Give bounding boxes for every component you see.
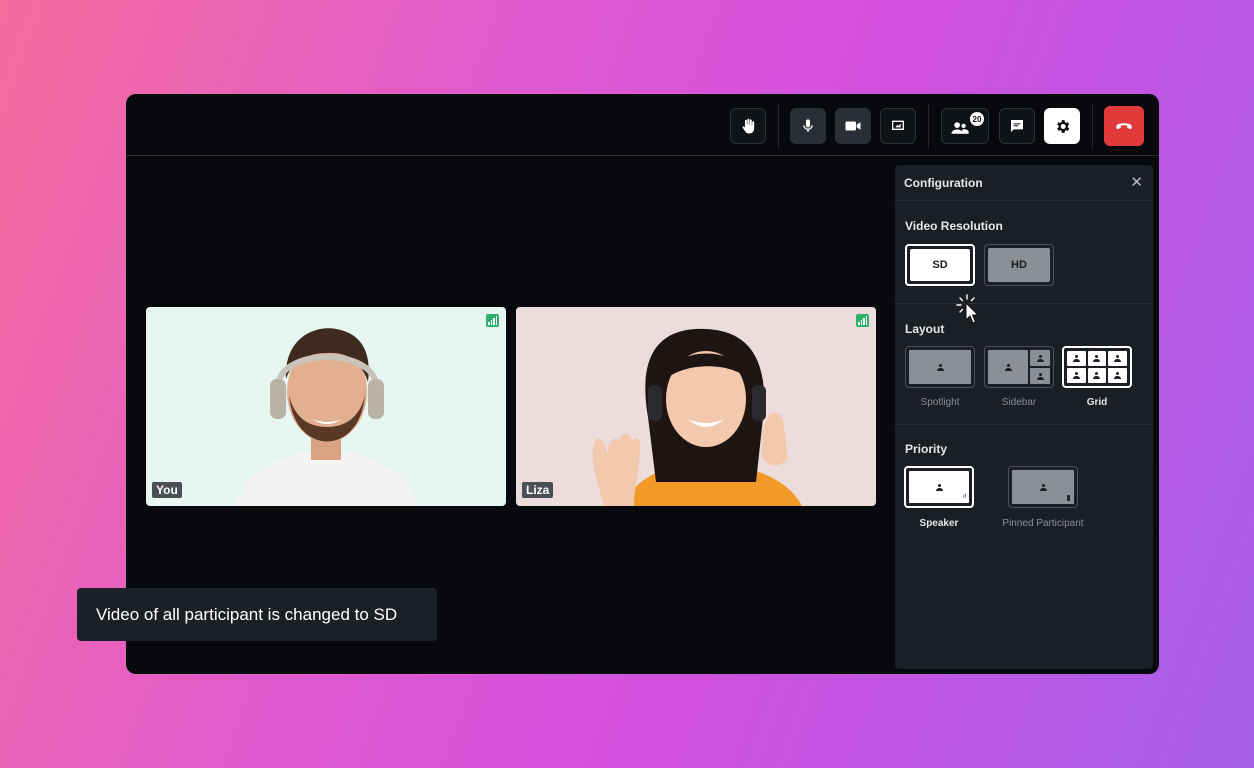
layout-grid-option[interactable] xyxy=(1062,346,1132,388)
raise-hand-icon xyxy=(742,118,755,134)
video-camera-icon xyxy=(845,121,861,131)
toast-message: Video of all participant is changed to S… xyxy=(96,604,398,624)
toolbar-divider xyxy=(1092,104,1093,148)
toolbar-divider xyxy=(778,104,779,148)
participant-name: You xyxy=(152,482,182,498)
priority-title: Priority xyxy=(905,442,948,456)
toolbar-divider xyxy=(928,104,929,148)
panel-title: Configuration xyxy=(904,175,983,190)
audio-wave-icon: ıl xyxy=(963,494,966,500)
camera-button[interactable] xyxy=(835,108,871,144)
close-icon[interactable]: ✕ xyxy=(1130,175,1143,190)
person-icon xyxy=(935,483,943,491)
panel-header: Configuration ✕ xyxy=(895,165,1153,201)
layout-spotlight-option[interactable] xyxy=(905,346,975,388)
priority-speaker-option[interactable]: ıl xyxy=(904,466,974,508)
person-icon xyxy=(1004,363,1012,371)
layout-sidebar-option[interactable] xyxy=(984,346,1054,388)
person-icon xyxy=(1072,355,1080,362)
priority-pinned-option[interactable] xyxy=(1008,466,1078,508)
video-resolution-title: Video Resolution xyxy=(905,219,1003,233)
screen-share-icon xyxy=(892,120,904,130)
video-tile-you[interactable]: You xyxy=(146,307,506,506)
settings-icon xyxy=(1056,119,1069,133)
microphone-button[interactable] xyxy=(790,108,826,144)
signal-strength-icon xyxy=(486,314,499,327)
video-tile-liza[interactable]: Liza xyxy=(516,307,876,506)
signal-strength-icon xyxy=(856,314,869,327)
screen-share-button[interactable] xyxy=(880,108,916,144)
participant-video xyxy=(236,328,418,506)
person-icon xyxy=(1114,355,1122,362)
person-icon xyxy=(1114,372,1122,379)
end-call-button[interactable] xyxy=(1104,106,1144,146)
settings-button[interactable] xyxy=(1044,108,1080,144)
participants-count-badge: 20 xyxy=(970,112,984,126)
person-icon xyxy=(1093,372,1101,379)
chat-icon xyxy=(1011,120,1023,132)
raise-hand-button[interactable] xyxy=(730,108,766,144)
pin-icon xyxy=(1067,495,1070,501)
priority-pinned-label: Pinned Participant xyxy=(1002,518,1084,529)
person-icon xyxy=(1093,355,1101,362)
click-cursor-icon xyxy=(956,294,980,324)
layout-sidebar-label: Sidebar xyxy=(1001,397,1037,408)
person-icon xyxy=(936,363,944,371)
section-divider xyxy=(895,303,1153,304)
resolution-sd-button[interactable]: SD xyxy=(905,244,975,286)
person-icon xyxy=(1036,372,1044,380)
person-icon xyxy=(1036,354,1044,362)
participant-video xyxy=(592,328,802,506)
meeting-window: 20 You Liza Configuration ✕ Video Resolu… xyxy=(126,94,1159,674)
participants-icon xyxy=(951,122,969,134)
layout-title: Layout xyxy=(905,322,945,336)
end-call-icon xyxy=(1116,123,1132,130)
participant-name: Liza xyxy=(522,482,554,498)
chat-button[interactable] xyxy=(999,108,1035,144)
participants-button[interactable]: 20 xyxy=(941,108,989,144)
microphone-icon xyxy=(803,119,813,132)
layout-grid-label: Grid xyxy=(1086,397,1108,408)
resolution-hd-button[interactable]: HD xyxy=(984,244,1054,286)
configuration-panel: Configuration ✕ Video Resolution SD HD L… xyxy=(895,165,1153,669)
layout-spotlight-label: Spotlight xyxy=(920,397,960,408)
toast-notification: Video of all participant is changed to S… xyxy=(77,588,437,641)
person-icon xyxy=(1039,483,1047,491)
section-divider xyxy=(895,424,1153,425)
person-icon xyxy=(1072,372,1080,379)
priority-speaker-label: Speaker xyxy=(919,518,959,529)
meeting-toolbar: 20 xyxy=(126,94,1159,156)
